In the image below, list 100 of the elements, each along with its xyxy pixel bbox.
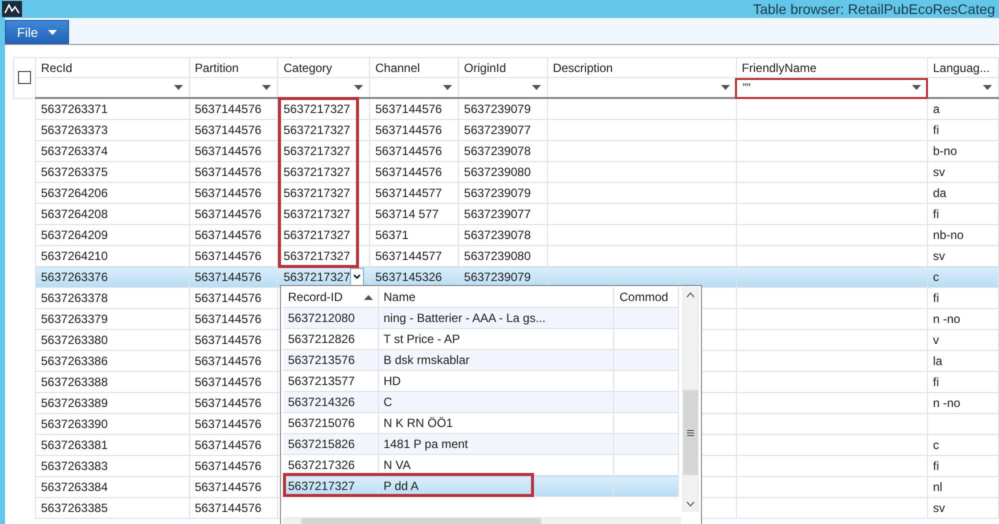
table-cell: 5637144576 <box>370 120 459 140</box>
table-row[interactable]: 5637263375 5637144576 5637217327 5637144576 5637239080 sv <box>14 162 998 182</box>
table-row[interactable]: 5637263371 5637144576 5637217327 5637144576 5637239079 a <box>14 98 998 120</box>
table-cell: 5637144576 <box>189 414 278 434</box>
vertical-scrollbar[interactable] <box>682 287 699 512</box>
table-cell: 5637144576 <box>189 120 278 140</box>
table-cell: 5637239077 <box>458 204 548 224</box>
dropdown-icon <box>720 85 730 90</box>
dropdown-icon <box>983 85 992 90</box>
table-cell: 5637144576 <box>189 98 278 120</box>
table-cell: 5637144576 <box>189 162 278 182</box>
dropdown-icon <box>912 85 921 90</box>
table-cell: 5637239080 <box>458 162 548 182</box>
table-cell: 5637215826 <box>283 434 378 454</box>
table-cell: 5637144576 <box>189 140 278 162</box>
scroll-down-icon[interactable] <box>686 501 695 507</box>
table-cell: 5637263384 <box>36 476 190 498</box>
table-row[interactable]: 5637263376 5637144576 5637217327 5637145326 5637239079 c <box>14 266 998 288</box>
table-row[interactable]: 5637264209 5637144576 5637217327 56371 5637239078 nb-no <box>14 224 998 246</box>
table-cell: 5637239078 <box>458 224 548 246</box>
chevron-down-icon <box>353 274 362 280</box>
table-cell: 5637263373 <box>36 120 190 140</box>
grip-icon <box>687 430 694 436</box>
select-all-checkbox[interactable] <box>18 71 31 84</box>
table-cell: 5637264208 <box>36 204 190 224</box>
column-header[interactable]: Partition <box>189 58 278 78</box>
table-cell: da <box>927 182 998 204</box>
table-cell: 1481 P pa ment <box>378 434 613 454</box>
table-cell: fi <box>927 372 998 392</box>
table-cell: 5637263379 <box>36 308 190 330</box>
table-cell: 5637264209 <box>36 224 190 246</box>
filter-value: "" <box>742 82 751 94</box>
lookup-row[interactable]: 5637217327 P dd A <box>283 476 678 496</box>
lookup-row[interactable]: 5637212080 ning - Batterier - AAA - La gs... <box>283 308 678 328</box>
table-cell: ning - Batterier - AAA - La gs... <box>378 308 613 328</box>
table-cell: fi <box>927 456 998 476</box>
table-cell: 5637144576 <box>370 140 459 162</box>
table-row[interactable]: 5637263373 5637144576 5637217327 5637144576 5637239077 fi <box>14 120 998 140</box>
dropdown-icon <box>443 85 452 90</box>
table-cell: 5637144576 <box>189 288 278 308</box>
table-cell: 5637263385 <box>36 498 190 518</box>
table-cell: c <box>927 434 998 456</box>
table-cell: 5637144576 <box>370 162 459 182</box>
table-cell: 5637263375 <box>36 162 190 182</box>
table-cell: C <box>378 392 613 412</box>
table-cell: c <box>927 266 998 288</box>
table-cell: 5637263386 <box>36 350 190 372</box>
column-header[interactable]: Description <box>547 58 736 78</box>
table-cell: 5637144576 <box>189 498 278 518</box>
caret-icon <box>48 30 57 34</box>
file-menu-button[interactable]: File <box>5 20 69 44</box>
table-cell: 5637263383 <box>36 456 190 476</box>
table-cell: fi <box>927 288 998 308</box>
table-cell: 5637217327 <box>283 270 350 284</box>
table-cell: v <box>927 330 998 350</box>
table-cell: 56371 <box>370 224 459 246</box>
table-cell: sv <box>927 498 998 518</box>
table-cell: 5637264206 <box>36 182 190 204</box>
table-row[interactable]: 5637263374 5637144576 5637217327 5637144576 5637239078 b-no <box>14 140 998 162</box>
table-cell: 5637214326 <box>283 392 378 412</box>
table-cell: 5637212080 <box>283 308 378 328</box>
table-cell: 5637263389 <box>36 392 190 414</box>
table-row[interactable]: 5637264208 5637144576 5637217327 563714 577 5637239077 fi <box>14 204 998 224</box>
table-cell: 5637144576 <box>189 476 278 498</box>
table-cell: 5637144576 <box>189 350 278 372</box>
table-cell: 5637144576 <box>189 372 278 392</box>
table-cell: 5637263381 <box>36 434 190 456</box>
table-cell: 5637239079 <box>458 182 548 204</box>
table-cell: 5637263390 <box>36 414 190 434</box>
dropdown-icon <box>532 85 541 90</box>
table-cell: 5637144576 <box>189 224 278 246</box>
table-row[interactable]: 5637264206 5637144576 5637217327 5637144577 5637239079 da <box>14 182 998 204</box>
table-cell: b-no <box>927 140 998 162</box>
table-cell: 5637144576 <box>189 392 278 414</box>
table-cell: 5637144576 <box>189 204 278 224</box>
table-cell: 5637263388 <box>36 372 190 392</box>
table-cell: sv <box>927 162 998 182</box>
column-header[interactable]: Languag... <box>927 58 998 78</box>
dropdown-icon <box>354 85 364 90</box>
lookup-row[interactable]: 5637215826 1481 P pa ment <box>283 434 678 454</box>
table-cell: 5637144576 <box>189 330 278 350</box>
table-cell: 5637263374 <box>36 140 190 162</box>
column-header[interactable]: Channel <box>370 58 459 78</box>
table-cell: n -no <box>927 308 998 330</box>
filter-field[interactable]: "" <box>737 78 926 96</box>
table-cell: a <box>927 98 998 120</box>
table-cell: nb-no <box>927 224 998 246</box>
column-header[interactable]: Category <box>278 58 370 78</box>
column-header[interactable]: OriginId <box>458 58 548 78</box>
table-cell: 5637263371 <box>36 98 190 120</box>
column-header[interactable]: RecId <box>36 58 190 78</box>
app-icon <box>2 1 22 17</box>
column-header[interactable]: FriendlyName <box>736 58 928 78</box>
table-cell: 5637213576 <box>283 350 378 370</box>
lookup-row[interactable]: 5637214326 C <box>283 392 678 412</box>
lookup-button[interactable] <box>350 268 364 286</box>
lookup-row[interactable]: 5637213576 B dsk rmskablar <box>283 350 678 370</box>
table-cell: 5637144576 <box>189 434 278 456</box>
window-title: Table browser: RetailPubEcoResCateg <box>752 1 995 17</box>
scroll-up-icon[interactable] <box>686 292 695 298</box>
